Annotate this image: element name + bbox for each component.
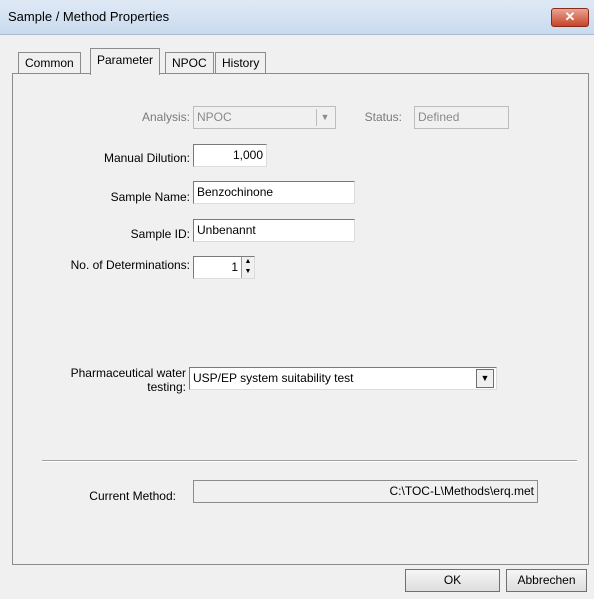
- window-title: Sample / Method Properties: [8, 9, 170, 24]
- spinner-buttons[interactable]: ▲ ▼: [241, 257, 254, 278]
- tab-common[interactable]: Common: [18, 52, 81, 73]
- analysis-label: Analysis:: [141, 110, 190, 124]
- status-field: Defined: [414, 106, 509, 129]
- close-button[interactable]: ✕: [551, 8, 589, 27]
- sample-id-label: Sample ID:: [130, 227, 190, 241]
- chevron-down-icon[interactable]: ▼: [476, 369, 494, 388]
- tab-history[interactable]: History: [215, 52, 267, 73]
- sample-name-label: Sample Name:: [110, 190, 190, 204]
- manual-dilution-label: Manual Dilution:: [103, 151, 190, 165]
- tab-parameter[interactable]: Parameter: [90, 48, 161, 75]
- pharma-label-line2: testing:: [147, 380, 186, 394]
- analysis-dropdown: NPOC ▼: [193, 106, 336, 129]
- cancel-button[interactable]: Abbrechen: [506, 569, 587, 592]
- manual-dilution-input[interactable]: 1,000: [193, 144, 267, 167]
- spin-up-icon[interactable]: ▲: [242, 257, 254, 267]
- separator-line: [42, 460, 577, 462]
- ok-button[interactable]: OK: [405, 569, 500, 592]
- pharma-dropdown[interactable]: USP/EP system suitability test ▼: [189, 367, 497, 390]
- close-icon: ✕: [564, 9, 576, 24]
- sample-name-input[interactable]: Benzochinone: [193, 181, 355, 204]
- analysis-value: NPOC: [197, 110, 232, 124]
- title-bar: Sample / Method Properties ✕: [0, 0, 594, 35]
- status-label: Status:: [364, 110, 402, 124]
- pharma-value: USP/EP system suitability test: [193, 371, 354, 385]
- tab-npoc[interactable]: NPOC: [165, 52, 214, 73]
- pharma-label: Pharmaceutical water testing:: [40, 366, 186, 394]
- determinations-label: No. of Determinations:: [70, 258, 190, 272]
- current-method-label: Current Method:: [89, 489, 176, 503]
- pharma-label-line1: Pharmaceutical water: [70, 366, 186, 380]
- spin-down-icon[interactable]: ▼: [242, 267, 254, 277]
- chevron-down-icon: ▼: [316, 109, 333, 126]
- sample-id-input[interactable]: Unbenannt: [193, 219, 355, 242]
- current-method-field: C:\TOC-L\Methods\erq.met: [193, 480, 538, 503]
- determinations-spinner[interactable]: 1 ▲ ▼: [193, 256, 255, 279]
- determinations-value: 1: [231, 260, 238, 274]
